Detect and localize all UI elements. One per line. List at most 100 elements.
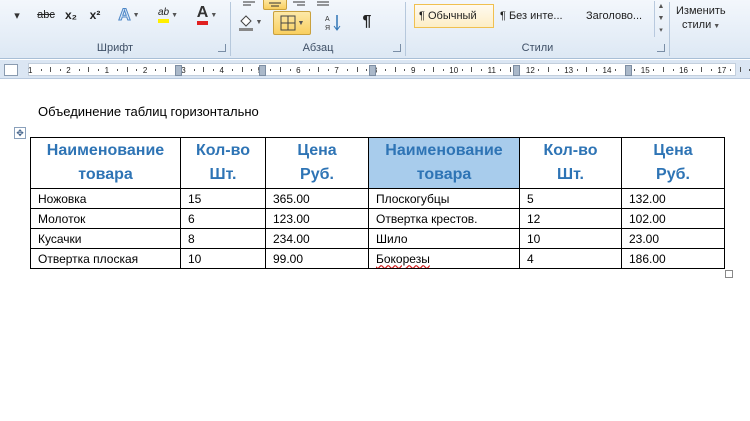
ruler-minor-tick (117, 69, 119, 71)
strikethrough-button[interactable]: abc (34, 6, 58, 24)
align-right-icon[interactable] (289, 0, 309, 8)
sort-button[interactable]: AЯ (321, 11, 345, 33)
tab-selector-icon[interactable] (4, 64, 18, 76)
ruler-minor-tick (739, 67, 741, 72)
ruler-tick-label: 13 (564, 66, 574, 75)
font-color-button[interactable]: A ▼ (192, 4, 222, 26)
highlight-button[interactable]: ab ▼ (152, 4, 184, 26)
table-resize-handle[interactable] (725, 270, 733, 278)
table-cell[interactable]: Отвертка крестов. (368, 208, 520, 229)
table-cell[interactable]: Кусачки (30, 228, 181, 249)
table-cell[interactable]: 23.00 (621, 228, 725, 249)
ruler-column-marker[interactable] (175, 65, 182, 76)
ruler-minor-tick (251, 69, 253, 71)
ruler-tick-label: 1 (28, 66, 33, 75)
table-cell[interactable]: 123.00 (265, 208, 369, 229)
change-styles-button[interactable]: Изменить стили ▼ (670, 0, 750, 58)
shading-button[interactable]: ▼ (233, 11, 267, 33)
header-cell[interactable]: Кол-во Шт. (180, 137, 266, 189)
horizontal-ruler[interactable]: 121234567891011121314151617 (0, 60, 750, 79)
table-header-row: Наименование товара Кол-во Шт. Цена Руб. На… (30, 137, 725, 189)
borders-button[interactable]: ▼ (273, 11, 311, 35)
ruler-column-marker[interactable] (625, 65, 632, 76)
header-cell[interactable]: Наименование товара (30, 137, 181, 189)
chevron-down-icon: ▼ (171, 11, 179, 19)
dialog-launcher-icon[interactable] (218, 44, 226, 52)
ruler-tick-label: 11 (487, 66, 496, 75)
ruler-minor-tick (471, 67, 473, 72)
ruler-minor-tick (155, 69, 157, 71)
dialog-launcher-icon[interactable] (393, 44, 401, 52)
table-cell[interactable]: 10 (519, 228, 622, 249)
ruler-column-marker[interactable] (513, 65, 520, 76)
ruler-minor-tick (423, 69, 425, 71)
table-row: Ножовка 15 365.00 Плоскогубцы 5 132.00 (30, 188, 725, 209)
ruler-minor-tick (40, 69, 42, 71)
table-cell[interactable]: Ножовка (30, 188, 181, 209)
superscript-button[interactable]: x² (86, 6, 104, 24)
paragraph-group: ▼ ▼ AЯ ¶ Абзац (231, 0, 405, 58)
table-cell[interactable]: 4 (519, 248, 622, 269)
table-cell[interactable]: Бокорезы (368, 248, 520, 269)
scroll-down-icon[interactable]: ▼ (655, 13, 667, 25)
align-center-button[interactable] (263, 0, 287, 10)
table-cell[interactable]: 8 (180, 228, 266, 249)
text-effects-icon: A (118, 5, 131, 25)
table-cell[interactable]: Отвертка плоская (30, 248, 181, 269)
table-cell[interactable]: 99.00 (265, 248, 369, 269)
table-row: Молоток 6 123.00 Отвертка крестов. 12 102.00 (30, 208, 725, 229)
table-cell[interactable]: 10 (180, 248, 266, 269)
show-marks-button[interactable]: ¶ (355, 11, 379, 33)
table-cell[interactable]: 12 (519, 208, 622, 229)
style-heading[interactable]: Заголово... (582, 4, 650, 28)
header-cell[interactable]: Кол-во Шт. (519, 137, 622, 189)
header-cell[interactable]: Цена Руб. (265, 137, 369, 189)
styles-scroll[interactable]: ▲ ▼ ▾ (654, 1, 667, 37)
ruler-minor-tick (653, 69, 655, 71)
table-cell[interactable]: 365.00 (265, 188, 369, 209)
chevron-down-icon: ▼ (210, 11, 218, 19)
ruler-column-marker[interactable] (369, 65, 376, 76)
text-effects-button[interactable]: A ▼ (112, 4, 146, 26)
table-cell[interactable]: 5 (519, 188, 622, 209)
ruler-tick-label: 10 (449, 66, 459, 75)
table-cell[interactable]: Шило (368, 228, 520, 249)
ruler-strip[interactable]: 121234567891011121314151617 (28, 63, 750, 76)
ruler-column-marker[interactable] (259, 65, 266, 76)
ruler-minor-tick (356, 67, 358, 72)
ruler-minor-tick (241, 67, 243, 72)
table-cell[interactable]: 234.00 (265, 228, 369, 249)
table-cell[interactable]: 6 (180, 208, 266, 229)
ruler-minor-tick (557, 69, 559, 71)
style-normal[interactable]: ¶ Обычный (414, 4, 494, 28)
font-group-label: Шрифт (96, 42, 134, 54)
table-cell[interactable]: 132.00 (621, 188, 725, 209)
style-no-spacing[interactable]: ¶ Без инте... (496, 4, 580, 28)
header-cell[interactable]: Наименование товара (368, 137, 520, 189)
header-cell[interactable]: Цена Руб. (621, 137, 725, 189)
ruler-minor-tick (270, 69, 272, 71)
table-cell[interactable]: 186.00 (621, 248, 725, 269)
ruler-minor-tick (710, 69, 712, 71)
ruler-minor-tick (232, 69, 234, 71)
table-move-handle-icon[interactable]: ✥ (14, 127, 26, 139)
merged-table[interactable]: Наименование товара Кол-во Шт. Цена Руб. На… (30, 137, 725, 269)
ruler-minor-tick (385, 69, 387, 71)
align-left-icon[interactable] (239, 0, 259, 8)
ruler-tick-label: 9 (411, 66, 416, 75)
scroll-up-icon[interactable]: ▲ (655, 1, 667, 13)
more-styles-icon[interactable]: ▾ (655, 25, 667, 37)
ruler-minor-tick (461, 69, 463, 71)
ruler-minor-tick (481, 69, 483, 71)
table-cell[interactable]: Молоток (30, 208, 181, 229)
ruler-minor-tick (366, 69, 368, 71)
table-cell[interactable]: 102.00 (621, 208, 725, 229)
ruler-minor-tick (327, 69, 329, 71)
document-heading[interactable]: Объединение таблиц горизонтально (38, 104, 259, 119)
font-more-icon[interactable]: ▾ (8, 6, 26, 24)
table-cell[interactable]: 15 (180, 188, 266, 209)
dialog-launcher-icon[interactable] (657, 44, 665, 52)
subscript-button[interactable]: x₂ (62, 6, 80, 24)
table-cell[interactable]: Плоскогубцы (368, 188, 520, 209)
justify-icon[interactable] (313, 0, 333, 8)
